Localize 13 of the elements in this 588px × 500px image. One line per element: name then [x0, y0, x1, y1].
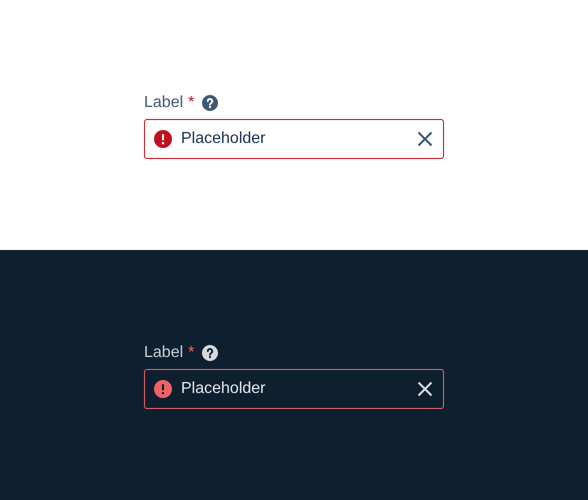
text-field[interactable]: Placeholder — [144, 369, 444, 409]
help-icon[interactable] — [202, 95, 218, 111]
required-mark: * — [188, 344, 194, 362]
text-field[interactable]: Placeholder — [144, 119, 444, 159]
help-icon[interactable] — [202, 345, 218, 361]
error-icon — [154, 130, 172, 148]
input-field[interactable]: Placeholder — [181, 380, 417, 398]
field-label: Label — [144, 344, 184, 362]
error-icon — [154, 380, 172, 398]
close-icon[interactable] — [417, 131, 433, 147]
input-field[interactable]: Placeholder — [181, 130, 417, 148]
required-mark: * — [188, 94, 194, 112]
field-label: Label — [144, 94, 184, 112]
